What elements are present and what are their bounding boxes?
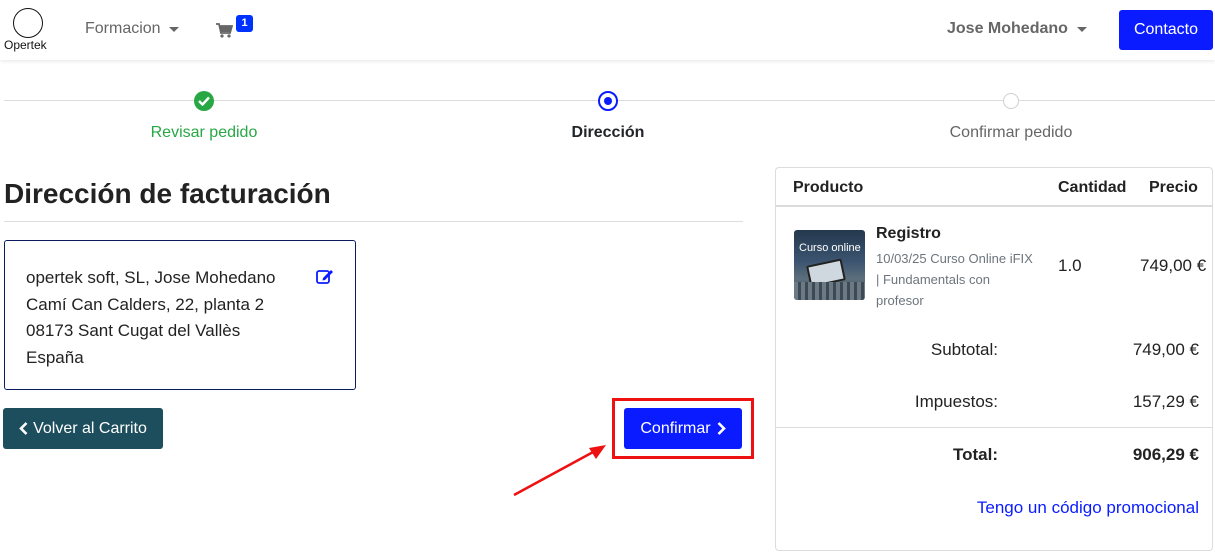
tax-value: 157,29 € bbox=[1132, 392, 1199, 411]
back-to-cart-button[interactable]: Volver al Carrito bbox=[3, 408, 163, 449]
chevron-right-icon bbox=[717, 422, 726, 435]
caret-down-icon bbox=[1076, 26, 1087, 32]
address-card[interactable]: opertek soft, SL, Jose Mohedano Camí Can… bbox=[4, 240, 356, 390]
product-description: 10/03/25 Curso Online iFIX | Fundamental… bbox=[876, 251, 1033, 308]
divider bbox=[776, 427, 1212, 428]
thumbnail-label: Curso online bbox=[799, 242, 861, 254]
address-block: opertek soft, SL, Jose Mohedano Camí Can… bbox=[26, 265, 276, 371]
shopping-cart-icon bbox=[216, 23, 233, 38]
address-line: opertek soft, SL, Jose Mohedano bbox=[26, 268, 276, 287]
address-line: España bbox=[26, 347, 84, 367]
order-summary: Producto Cantidad Precio Curso online Re… bbox=[775, 167, 1213, 551]
promo-code-link[interactable]: Tengo un código promocional bbox=[977, 498, 1199, 518]
cart-link[interactable]: 1 bbox=[216, 15, 256, 42]
step-active-dot-icon bbox=[598, 91, 618, 111]
caret-down-icon bbox=[168, 26, 179, 32]
step-label-revisar[interactable]: Revisar pedido bbox=[94, 124, 314, 142]
step-label-confirmar: Confirmar pedido bbox=[949, 124, 1073, 141]
summary-header: Producto Cantidad Precio bbox=[776, 168, 1212, 207]
chevron-left-icon bbox=[19, 422, 28, 435]
divider bbox=[4, 221, 743, 222]
confirm-button[interactable]: Confirmar bbox=[624, 408, 742, 449]
step-done-check-icon bbox=[194, 91, 214, 111]
billing-title: Dirección de facturación bbox=[4, 178, 331, 209]
subtotal-label: Subtotal: bbox=[930, 340, 998, 359]
product-thumbnail: Curso online bbox=[794, 230, 865, 300]
header-quantity: Cantidad bbox=[1058, 179, 1127, 196]
header-price: Precio bbox=[1149, 179, 1198, 196]
header-product: Producto bbox=[793, 179, 864, 196]
cart-count-badge: 1 bbox=[236, 15, 253, 32]
confirm-button-label: Confirmar bbox=[640, 419, 711, 437]
back-button-label: Volver al Carrito bbox=[33, 419, 147, 437]
address-line: Camí Can Calders, 22, planta 2 bbox=[26, 294, 265, 314]
city-skyline-graphic bbox=[794, 282, 865, 300]
step-label-direccion: Dirección bbox=[571, 124, 645, 141]
product-price: 749,00 € bbox=[1140, 256, 1207, 275]
total-value: 906,29 € bbox=[1132, 445, 1199, 464]
product-quantity: 1.0 bbox=[1058, 256, 1082, 275]
opertek-logo[interactable]: Opertek bbox=[4, 8, 50, 54]
product-name: Registro bbox=[876, 225, 941, 242]
tax-label: Impuestos: bbox=[914, 392, 998, 411]
logo-circle-icon bbox=[13, 8, 43, 38]
edit-icon[interactable] bbox=[316, 268, 334, 284]
user-name: Jose Mohedano bbox=[947, 20, 1068, 37]
top-navbar: Opertek Formacion 1 Jose Mohedano Contac… bbox=[0, 0, 1215, 60]
user-menu[interactable]: Jose Mohedano bbox=[947, 20, 1087, 38]
subtotal-value: 749,00 € bbox=[1132, 340, 1199, 359]
step-pending-dot-icon bbox=[1003, 93, 1019, 109]
contact-button[interactable]: Contacto bbox=[1119, 10, 1213, 50]
formacion-menu[interactable]: Formacion bbox=[85, 20, 179, 38]
logo-text: Opertek bbox=[4, 38, 47, 52]
formacion-label: Formacion bbox=[85, 20, 161, 37]
annotation-arrow-icon bbox=[513, 445, 606, 497]
address-line: 08173 Sant Cugat del Vallès bbox=[26, 321, 241, 340]
total-label: Total: bbox=[952, 445, 998, 464]
